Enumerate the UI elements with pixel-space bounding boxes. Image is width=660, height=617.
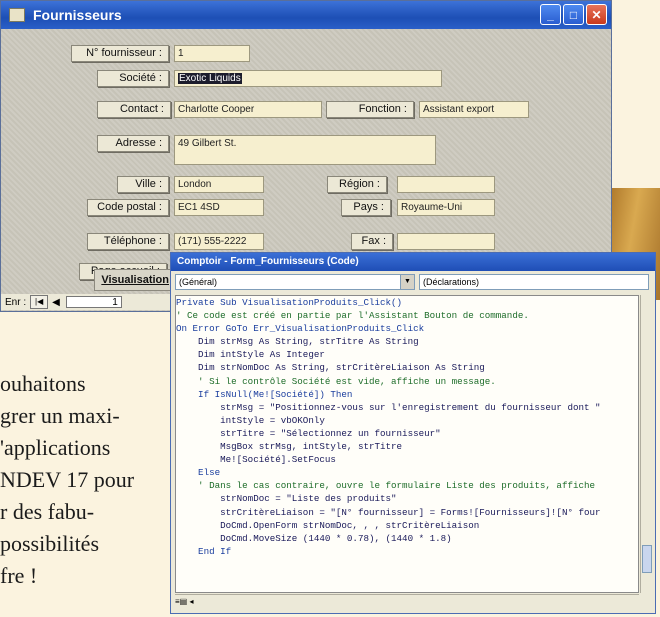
title-bar[interactable]: Fournisseurs _ □ ✕ <box>1 1 611 29</box>
adresse-label: Adresse : <box>97 135 169 152</box>
code-line: ' Dans le cas contraire, ouvre le formul… <box>176 480 596 492</box>
contact-label: Contact : <box>97 101 171 118</box>
ville-field[interactable]: London <box>174 176 264 193</box>
code-postal-field[interactable]: EC1 4SD <box>174 199 264 216</box>
code-line: Me![Société].SetFocus <box>176 454 336 466</box>
vba-code-window: Comptoir - Form_Fournisseurs (Code) (Gén… <box>170 252 656 614</box>
object-combo[interactable]: (Général) ▼ <box>175 274 415 290</box>
article-text: ouhaitons grer un maxi- 'applications ND… <box>0 368 180 592</box>
code-line: DoCmd.MoveSize (1440 * 0.78), (1440 * 1.… <box>176 532 452 544</box>
minimize-button[interactable]: _ <box>540 4 561 25</box>
article-line: fre ! <box>0 563 38 588</box>
article-line: possibilités <box>0 531 100 556</box>
code-line: On Error GoTo Err_VisualisationProduits_… <box>176 323 425 335</box>
supplier-no-label: N° fournisseur : <box>71 45 169 62</box>
record-navigation: Enr : |◀ ◀ 1 <box>1 294 181 310</box>
societe-label: Société : <box>97 70 169 87</box>
code-line: Dim strNomDoc As String, strCritèreLiais… <box>176 362 485 374</box>
code-line: Private Sub VisualisationProduits_Click(… <box>176 297 403 308</box>
telephone-label: Téléphone : <box>87 233 169 250</box>
ville-label: Ville : <box>117 176 169 193</box>
record-number-input[interactable]: 1 <box>65 296 122 308</box>
fonction-field[interactable]: Assistant export <box>419 101 529 118</box>
supplier-no-field[interactable]: 1 <box>174 45 250 62</box>
pays-label: Pays : <box>341 199 391 216</box>
horizontal-scrollbar[interactable]: ≡▤ ◂ <box>175 594 639 609</box>
previous-record-icon[interactable]: ◀ <box>52 297 60 308</box>
first-record-icon[interactable]: |◀ <box>30 295 49 309</box>
code-line: End If <box>176 545 232 557</box>
form-icon <box>9 8 25 22</box>
code-line: Dim intStyle As Integer <box>176 349 325 361</box>
code-line: ' Ce code est créé en partie par l'Assis… <box>176 310 529 322</box>
scrollbar-thumb[interactable] <box>642 545 652 573</box>
code-window-title[interactable]: Comptoir - Form_Fournisseurs (Code) <box>171 253 655 271</box>
contact-field[interactable]: Charlotte Cooper <box>174 101 322 118</box>
region-label: Région : <box>327 176 387 193</box>
procedure-combo[interactable]: (Déclarations) <box>419 274 649 290</box>
pays-field[interactable]: Royaume-Uni <box>397 199 495 216</box>
vertical-scrollbar[interactable] <box>640 295 653 593</box>
code-line: strCritèreLiaison = "[N° fournisseur] = … <box>176 506 601 518</box>
close-button[interactable]: ✕ <box>586 4 607 25</box>
fax-field[interactable] <box>397 233 495 250</box>
code-editor[interactable]: Private Sub VisualisationProduits_Click(… <box>175 295 639 593</box>
code-line: If IsNull(Me![Société]) Then <box>176 388 353 400</box>
procedure-combo-value: (Déclarations) <box>423 277 480 287</box>
adresse-field[interactable]: 49 Gilbert St. <box>174 135 436 165</box>
code-line: MsgBox strMsg, intStyle, strTitre <box>176 441 403 453</box>
record-label: Enr : <box>5 296 27 308</box>
societe-value: Exotic Liquids <box>178 73 242 84</box>
article-line: ouhaitons <box>0 371 86 396</box>
visualisation-button[interactable]: Visualisation <box>94 269 174 291</box>
article-line: r des fabu- <box>0 499 95 524</box>
maximize-button[interactable]: □ <box>563 4 584 25</box>
article-line: NDEV 17 pour <box>0 467 135 492</box>
window-title: Fournisseurs <box>33 7 122 23</box>
code-line: strTitre = "Sélectionnez un fournisseur" <box>176 427 441 439</box>
fonction-label: Fonction : <box>326 101 414 118</box>
societe-field[interactable]: Exotic Liquids <box>174 70 442 87</box>
code-line: Else <box>176 467 221 479</box>
code-line: strNomDoc = "Liste des produits" <box>176 493 397 505</box>
chevron-down-icon[interactable]: ▼ <box>400 275 414 289</box>
code-line: DoCmd.OpenForm strNomDoc, , , strCritère… <box>176 519 480 531</box>
article-line: grer un maxi- <box>0 403 120 428</box>
article-line: 'applications <box>0 435 111 460</box>
fax-label: Fax : <box>351 233 393 250</box>
code-postal-label: Code postal : <box>87 199 169 216</box>
telephone-field[interactable]: (171) 555-2222 <box>174 233 264 250</box>
object-combo-value: (Général) <box>179 277 218 287</box>
code-line: intStyle = vbOKOnly <box>176 414 325 426</box>
code-line: ' Si le contrôle Société est vide, affic… <box>176 375 496 387</box>
code-line: Dim strMsg As String, strTitre As String <box>176 336 419 348</box>
code-line: strMsg = "Positionnez-vous sur l'enregis… <box>176 401 601 413</box>
region-field[interactable] <box>397 176 495 193</box>
